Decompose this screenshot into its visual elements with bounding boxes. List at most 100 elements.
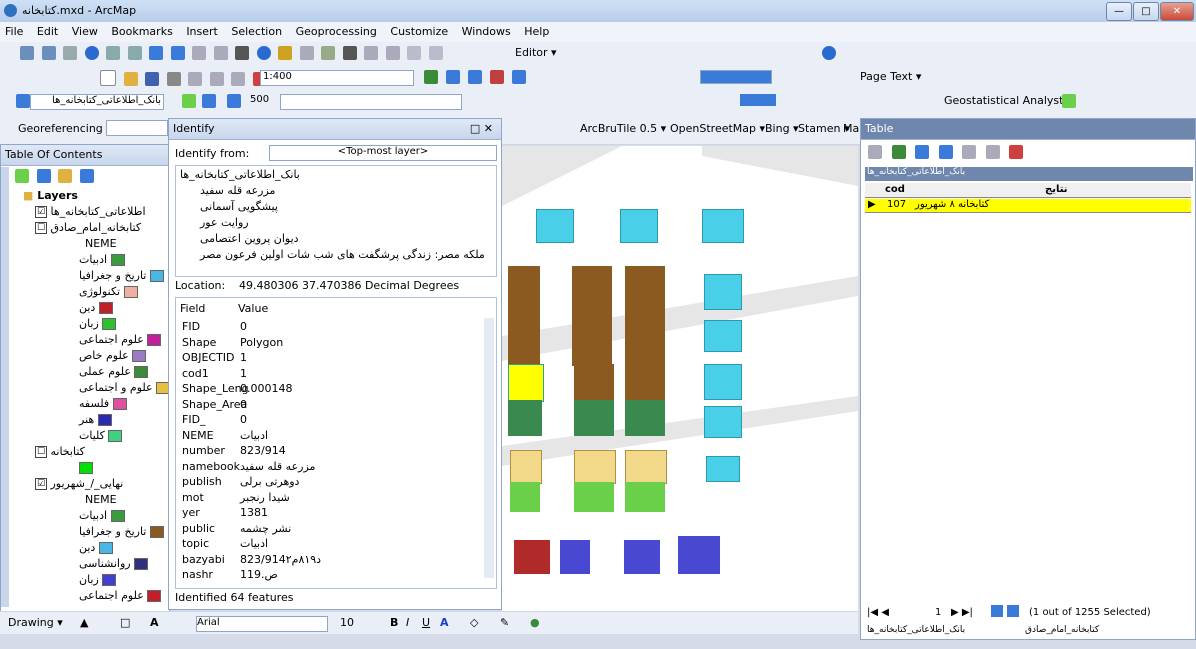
toc-category[interactable]: دین xyxy=(79,541,113,554)
map-polygon[interactable] xyxy=(624,540,660,574)
toc-layer[interactable]: ☐ کتابخانه xyxy=(35,445,85,458)
tree-item[interactable]: روایت عور xyxy=(200,216,249,229)
tab-imam-sadegh[interactable]: کتابخانه_امام_صادق xyxy=(1025,625,1099,635)
category-swatch[interactable] xyxy=(147,590,162,602)
toc-category[interactable]: فلسفه xyxy=(79,397,127,410)
hyperlink-icon[interactable] xyxy=(278,46,292,60)
font-color-icon[interactable]: A xyxy=(440,616,449,629)
category-swatch[interactable] xyxy=(79,462,93,474)
toc-field[interactable]: NEME xyxy=(85,493,117,506)
name-column-header[interactable]: نتایج xyxy=(1045,184,1068,195)
category-swatch[interactable] xyxy=(110,510,125,522)
map-polygon[interactable] xyxy=(620,209,658,243)
grid-icon[interactable] xyxy=(202,94,216,108)
underline-button[interactable]: U xyxy=(422,616,430,629)
map-polygon[interactable] xyxy=(574,364,614,400)
category-swatch[interactable] xyxy=(132,350,147,362)
globe-icon[interactable] xyxy=(822,46,836,60)
close-button[interactable]: ✕ xyxy=(1160,2,1194,21)
nav-first-icon[interactable]: |◀ ◀ xyxy=(867,607,889,618)
category-swatch[interactable] xyxy=(98,302,113,314)
menu-windows[interactable]: Windows xyxy=(457,22,516,41)
toc-layer[interactable]: ☑ نهایی_/_شهریور xyxy=(35,477,123,490)
map-polygon[interactable] xyxy=(536,209,574,243)
editor-menu[interactable]: Editor ▾ xyxy=(515,46,557,59)
toc-category[interactable]: روانشناسی xyxy=(79,557,149,570)
toc-icon[interactable] xyxy=(446,70,460,84)
route-icon[interactable] xyxy=(364,46,378,60)
font-select[interactable]: Arial xyxy=(196,616,328,632)
openstreetmap-menu[interactable]: OpenStreetMap ▾ xyxy=(670,122,765,135)
identify-row[interactable]: NEME ادبیات xyxy=(182,429,268,442)
category-swatch[interactable] xyxy=(102,318,117,330)
layer-checkbox[interactable]: ☐ xyxy=(35,446,47,458)
category-swatch[interactable] xyxy=(149,526,164,538)
geostatistical-analyst-menu[interactable]: Geostatistical Analyst ▾ xyxy=(944,94,1072,107)
font-size-select[interactable]: 10 xyxy=(340,616,354,629)
tab-layer[interactable]: بانک_اطلاعاتی_کتابخانه_ها xyxy=(867,625,965,635)
map-polygon[interactable] xyxy=(704,364,742,400)
toc-category[interactable]: زبان xyxy=(79,317,117,330)
toc-category[interactable]: زبان xyxy=(79,573,117,586)
map-polygon[interactable] xyxy=(510,450,542,484)
full-extent-icon[interactable] xyxy=(84,46,99,60)
nav-next-icon[interactable]: ▶ ▶| xyxy=(951,607,973,618)
identify-row[interactable]: cod1 1 xyxy=(182,367,247,380)
category-swatch[interactable] xyxy=(110,254,125,266)
list-by-source-icon[interactable] xyxy=(36,169,51,183)
map-polygon[interactable] xyxy=(702,209,744,243)
layers-root[interactable]: ■ Layers xyxy=(23,189,78,202)
identify-close-icon[interactable]: □ ✕ xyxy=(470,122,493,135)
angle-icon[interactable] xyxy=(227,94,241,108)
map-polygon-selected[interactable] xyxy=(508,364,544,402)
ma-menu[interactable]: Ma xyxy=(843,122,859,135)
layer-checkbox[interactable]: ☑ xyxy=(35,478,47,490)
identify-row[interactable]: bazyabi 823/914د۸۱۹م۲ xyxy=(182,553,321,566)
measure-icon[interactable] xyxy=(321,46,335,60)
value-column-header[interactable]: Value xyxy=(238,302,268,315)
list-by-drawing-order-icon[interactable] xyxy=(15,169,29,183)
editor-toolbar-icon[interactable] xyxy=(424,70,438,84)
html-popup-icon[interactable] xyxy=(299,46,314,60)
clear-selection-table-icon[interactable] xyxy=(962,145,976,159)
layer-slider[interactable] xyxy=(700,70,772,84)
identify-row[interactable]: Shape Polygon xyxy=(182,336,283,349)
toc-category[interactable] xyxy=(79,461,93,474)
category-swatch[interactable] xyxy=(147,334,162,346)
cut-icon[interactable] xyxy=(188,72,202,86)
toc-field[interactable]: NEME xyxy=(85,237,117,250)
map-polygon[interactable] xyxy=(625,266,665,366)
list-by-selection-icon[interactable] xyxy=(79,169,94,183)
pan-icon[interactable] xyxy=(63,46,77,60)
identify-row[interactable]: Shape_Area0 xyxy=(182,398,247,411)
georef-layer-input[interactable] xyxy=(106,120,168,136)
zoom-value[interactable]: 500 xyxy=(250,94,269,105)
map-polygon[interactable] xyxy=(678,536,720,574)
map-polygon[interactable] xyxy=(574,450,616,484)
identify-from-select[interactable]: <Top-most layer> xyxy=(269,145,497,161)
zoom-out-icon[interactable] xyxy=(41,46,56,60)
menu-bookmarks[interactable]: Bookmarks xyxy=(106,22,177,41)
table-row[interactable]: ▶ 107 کتابخانه ۸ شهریور xyxy=(865,199,1191,213)
toc-category[interactable]: تاریخ و جغرافیا xyxy=(79,525,164,538)
menu-insert[interactable]: Insert xyxy=(181,22,223,41)
delete-selected-icon[interactable] xyxy=(1009,145,1023,159)
show-selected-records-icon[interactable] xyxy=(1007,605,1019,617)
menu-selection[interactable]: Selection xyxy=(226,22,287,41)
geostat-icon[interactable] xyxy=(1062,94,1076,108)
identify-row[interactable]: OBJECTID 1 xyxy=(182,351,247,364)
map-polygon[interactable] xyxy=(508,266,540,366)
clear-selection-icon[interactable] xyxy=(213,46,228,60)
fixed-zoom-in-icon[interactable] xyxy=(106,46,120,60)
toc-category[interactable]: علوم و اجتماعی xyxy=(79,381,171,394)
georeferencing-menu[interactable]: Georeferencing ▾ xyxy=(18,122,112,135)
menu-help[interactable]: Help xyxy=(519,22,554,41)
field-column-header[interactable]: Field xyxy=(180,302,205,315)
toc-category[interactable]: هنر xyxy=(79,413,112,426)
toc-layer[interactable]: ☑ اطلاعاتی_کتابخانه_ها xyxy=(35,205,146,218)
attribute-input[interactable] xyxy=(280,94,462,110)
bold-button[interactable]: B xyxy=(390,616,398,629)
category-swatch[interactable] xyxy=(102,574,117,586)
bing-menu[interactable]: Bing ▾ xyxy=(765,122,799,135)
results-scrollbar[interactable] xyxy=(484,318,494,578)
